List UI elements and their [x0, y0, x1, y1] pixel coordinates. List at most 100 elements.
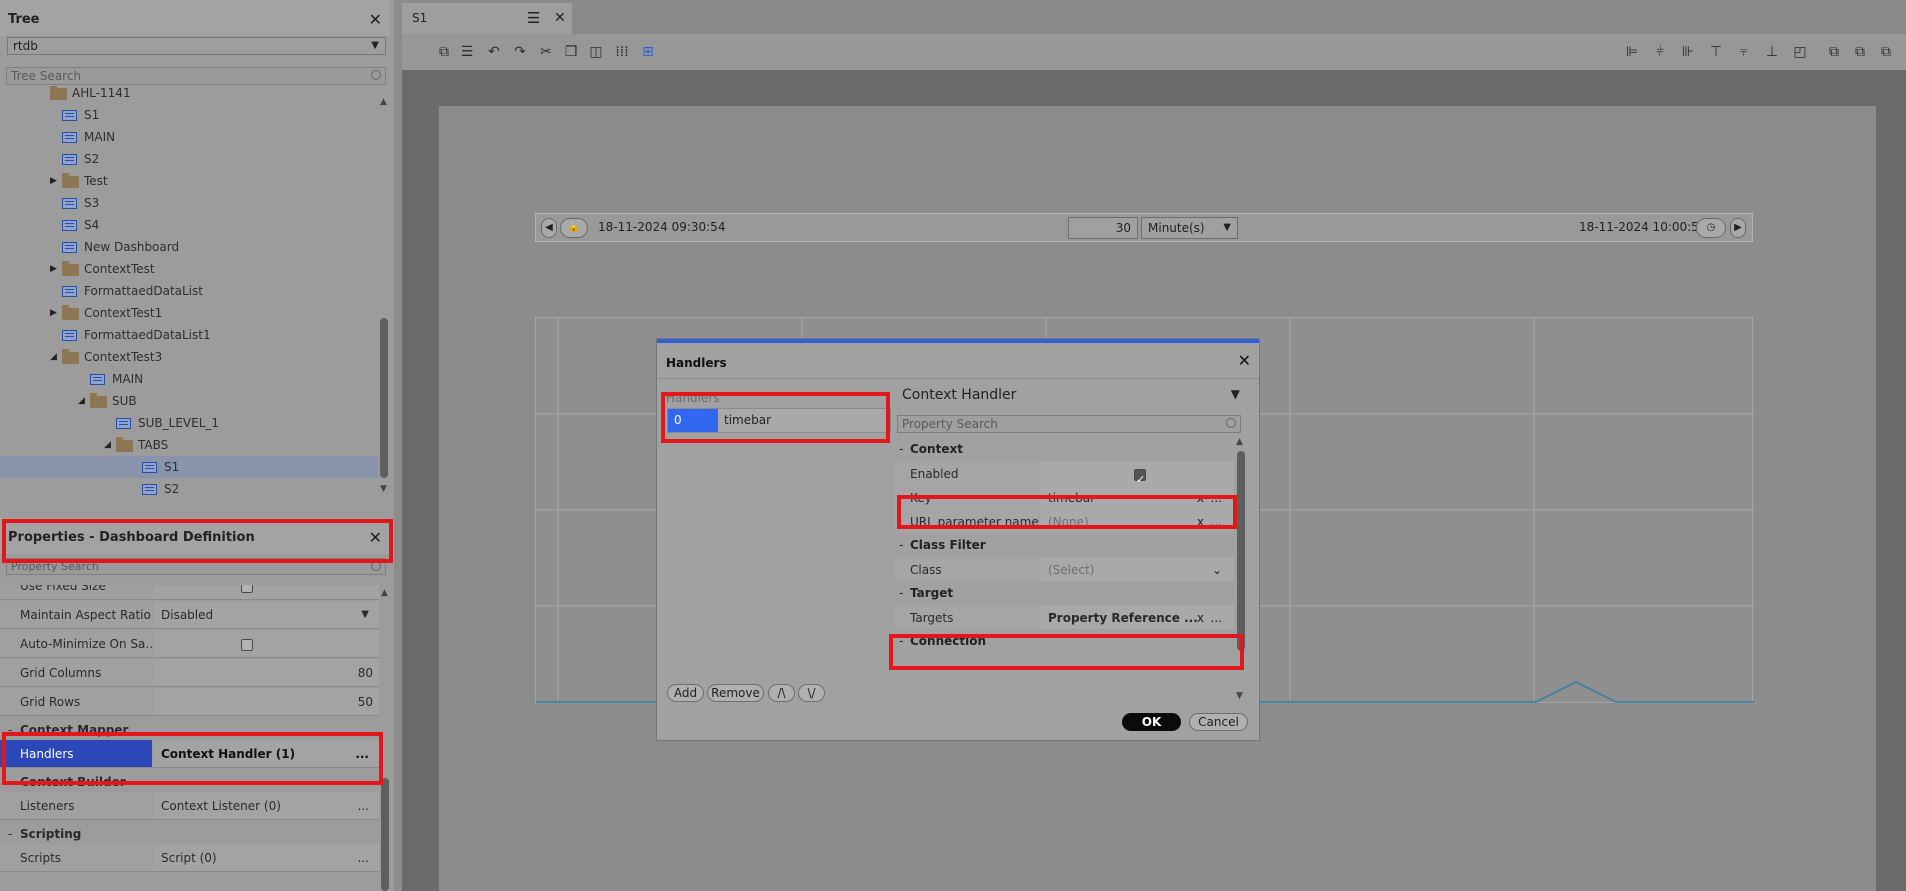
property-row[interactable]: Auto-Minimize On Sa... [0, 630, 379, 659]
property-row[interactable]: Maintain Aspect Ratio Disabled ▼ [0, 601, 379, 630]
property-value[interactable] [153, 630, 379, 658]
property-scrollbar[interactable] [381, 778, 389, 891]
checkbox[interactable] [1134, 467, 1146, 493]
tree-item[interactable]: FormattaedDataList1 [0, 324, 378, 346]
property-category[interactable]: Target [894, 581, 1234, 605]
tree-item[interactable]: ◢ TABS [0, 434, 378, 456]
expand-triangle-icon[interactable]: ◢ [50, 346, 57, 368]
redo-icon[interactable]: ↷ [512, 44, 528, 60]
tab-s1[interactable]: S1 ☰ ✕ [402, 3, 572, 34]
clear-icon[interactable]: x [1197, 605, 1204, 631]
align-bottom-icon[interactable]: ⊥ [1764, 44, 1780, 60]
property-value[interactable]: timebar x... [1040, 485, 1234, 511]
ellipsis-button[interactable]: ... [355, 740, 369, 768]
property-row[interactable]: Grid Columns 80 [0, 659, 379, 688]
list-icon[interactable]: ☰ [459, 44, 475, 60]
tree-item[interactable]: MAIN [0, 126, 378, 148]
tree-scrollbar[interactable] [380, 318, 388, 478]
ellipsis-button[interactable]: ... [358, 844, 369, 872]
property-row[interactable]: Scripts Script (0)... [0, 844, 379, 873]
ellipsis-button[interactable]: ... [358, 792, 369, 820]
property-value[interactable]: Property Reference ... x... [1040, 605, 1234, 631]
align-center-icon[interactable]: ⫩ [1652, 44, 1668, 60]
expand-triangle-icon[interactable]: ◢ [104, 434, 111, 456]
property-row[interactable]: Targets Property Reference ... x... [894, 605, 1234, 632]
tree-item[interactable]: ▶ ContextTest [0, 258, 378, 280]
arrange-icon[interactable]: ⧉ [1878, 44, 1894, 60]
cut-icon[interactable]: ✂ [538, 44, 554, 60]
property-value[interactable]: 50 [153, 688, 379, 716]
property-value[interactable]: (Select) ⌄ [1040, 557, 1234, 583]
cancel-button[interactable]: Cancel [1189, 713, 1248, 731]
clock-icon[interactable]: ◷ [1696, 218, 1726, 238]
close-icon[interactable]: ✕ [369, 518, 382, 558]
copy-icon[interactable]: ⧉ [436, 44, 452, 60]
property-value[interactable]: Script (0)... [153, 844, 379, 872]
property-value[interactable]: (None) x... [1040, 509, 1234, 535]
scroll-up-icon[interactable]: ▲ [1236, 437, 1243, 447]
align-right-icon[interactable]: ⊪ [1680, 44, 1696, 60]
tree-search-input[interactable]: Tree Search [6, 67, 386, 85]
property-search-input[interactable]: Property Search [6, 558, 386, 575]
step-back-icon[interactable]: ◀ [541, 218, 557, 238]
tree-scroll-up-icon[interactable]: ▲ [380, 97, 387, 107]
align-middle-icon[interactable]: ⫧ [1736, 44, 1752, 60]
tree-scroll-down-icon[interactable]: ▼ [380, 484, 387, 494]
tree-item[interactable]: ▶ Test [0, 170, 378, 192]
property-scroll-up-icon[interactable]: ▲ [381, 588, 388, 598]
property-category[interactable]: Class Filter [894, 533, 1234, 557]
move-down-button[interactable]: \/ [798, 684, 825, 702]
duplicate-icon[interactable]: ❐ [563, 44, 579, 60]
timebar-duration-input[interactable]: 30 [1068, 217, 1138, 239]
property-value[interactable] [1040, 461, 1234, 493]
property-row[interactable]: Use Fixed Size [0, 585, 379, 601]
list-item[interactable]: 0 timebar [667, 408, 891, 433]
collapse-triangle-icon[interactable]: ▶ [50, 170, 57, 192]
close-icon[interactable]: ✕ [1238, 351, 1251, 370]
clear-icon[interactable]: x [1197, 509, 1204, 535]
checkbox[interactable] [241, 638, 253, 651]
align-left-icon[interactable]: ⊫ [1624, 44, 1640, 60]
align-top-icon[interactable]: ⊤ [1708, 44, 1724, 60]
property-value[interactable]: Disabled ▼ [153, 601, 379, 629]
tree-item[interactable]: FormattaedDataList [0, 280, 378, 302]
ellipsis-button[interactable]: ... [1211, 485, 1222, 511]
close-icon[interactable]: ✕ [369, 0, 382, 40]
timebar-unit-select[interactable]: Minute(s) ▼ [1141, 217, 1238, 239]
lock-icon[interactable]: 🔓 [560, 218, 588, 238]
timebar-component[interactable]: ◀ 🔓 18-11-2024 09:30:54 30 Minute(s) ▼ 1… [535, 213, 1753, 242]
tree-item[interactable]: MAIN [0, 368, 378, 390]
ungroup-icon[interactable]: ⧉ [1852, 44, 1868, 60]
bring-forward-icon[interactable]: ◰ [1792, 44, 1808, 60]
property-row[interactable]: Key timebar x... [894, 485, 1234, 512]
grid-dots-icon[interactable]: ⁞⁞⁞ [614, 44, 630, 60]
tree-item[interactable]: ◢ SUB [0, 390, 378, 412]
scroll-down-icon[interactable]: ▼ [1236, 691, 1243, 701]
layers-icon[interactable]: ◫ [588, 44, 604, 60]
property-row[interactable]: Class (Select) ⌄ [894, 557, 1234, 584]
grid-layout-icon[interactable]: ⊞ [640, 44, 656, 60]
tree-source-select[interactable]: rtdb ▼ [7, 37, 386, 55]
property-value[interactable]: Context Handler (1)... [153, 740, 379, 768]
checkbox[interactable] [241, 585, 253, 593]
property-row[interactable]: Handlers Context Handler (1)... [0, 740, 379, 769]
dialog-property-search-input[interactable]: Property Search [897, 415, 1241, 433]
undo-icon[interactable]: ↶ [486, 44, 502, 60]
hamburger-menu-icon[interactable]: ☰ [527, 3, 540, 34]
scroll-thumb[interactable] [1237, 451, 1245, 651]
group-icon[interactable]: ⧉ [1826, 44, 1842, 60]
close-icon[interactable]: ✕ [554, 3, 566, 34]
property-category[interactable]: Connection [894, 629, 1234, 653]
property-value[interactable] [153, 585, 379, 600]
collapse-triangle-icon[interactable]: ▶ [50, 302, 57, 324]
property-row[interactable]: Listeners Context Listener (0)... [0, 792, 379, 821]
tree-item[interactable]: New Dashboard [0, 236, 378, 258]
handler-type-select[interactable]: Context Handler ▼ [902, 387, 1248, 409]
property-category[interactable]: Context [894, 437, 1234, 461]
expand-triangle-icon[interactable]: ◢ [78, 390, 85, 412]
add-button[interactable]: Add [667, 684, 704, 702]
ellipsis-button[interactable]: ... [1211, 605, 1222, 631]
tree-item[interactable]: ◢ ContextTest3 [0, 346, 378, 368]
step-forward-icon[interactable]: ▶ [1730, 218, 1746, 238]
clear-icon[interactable]: x [1197, 485, 1204, 511]
